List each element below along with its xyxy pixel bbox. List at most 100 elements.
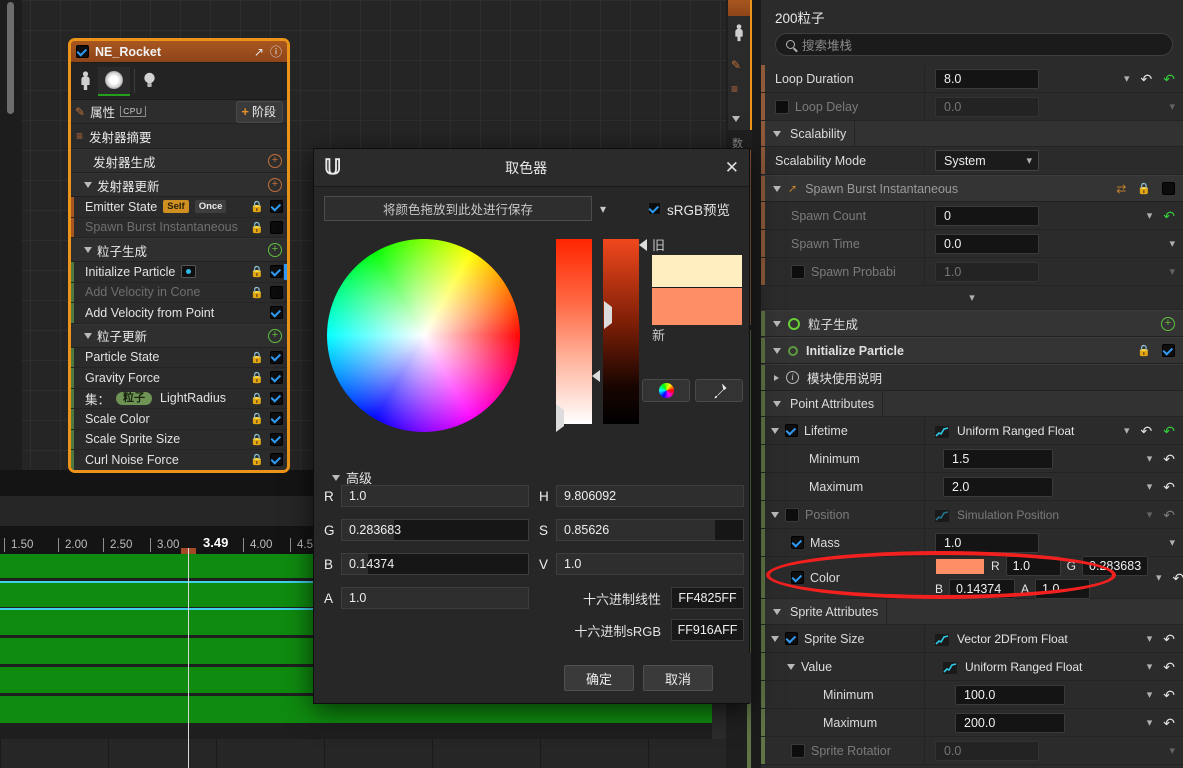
module-enabled-checkbox[interactable]: [1162, 182, 1175, 195]
row-spawn-count[interactable]: Spawn Count 0 ▾ ↶: [761, 202, 1183, 230]
spawn-probability-input[interactable]: 1.0: [935, 261, 1039, 282]
chevron-down-icon[interactable]: ▾: [600, 202, 606, 216]
module-enabled-checkbox[interactable]: [270, 350, 283, 364]
sprite-size-checkbox[interactable]: [785, 632, 798, 645]
chevron-down-icon[interactable]: ▾: [1147, 660, 1153, 673]
mass-input[interactable]: 1.0: [935, 532, 1039, 553]
chevron-down-icon[interactable]: [773, 347, 781, 354]
color-r-input[interactable]: 1.0: [1005, 556, 1061, 576]
lock-icon[interactable]: 🔒: [250, 371, 264, 384]
reset-to-default-icon[interactable]: ↶: [1163, 424, 1175, 438]
chevron-down-icon[interactable]: [773, 608, 781, 615]
lock-icon[interactable]: 🔒: [1137, 344, 1151, 357]
row-position[interactable]: Position Simulation Position ▾ ↶: [761, 501, 1183, 529]
reset-to-default-icon[interactable]: ↶: [1163, 209, 1175, 223]
spawn-count-input[interactable]: 0: [935, 205, 1039, 226]
srgb-preview-checkbox[interactable]: [648, 202, 662, 215]
loop-delay-checkbox[interactable]: [775, 99, 789, 114]
module-row-spawn-burst-instantaneous[interactable]: Spawn Burst Instantaneous 🔒: [71, 217, 287, 238]
lock-icon[interactable]: 🔒: [250, 265, 264, 278]
lock-icon[interactable]: 🔒: [250, 200, 264, 213]
color-picker-titlebar[interactable]: 𝕌 取色器 ✕: [314, 149, 749, 187]
module-row-add-velocity-from-point[interactable]: Add Velocity from Point 🔒: [71, 303, 287, 324]
sprite-minimum-input[interactable]: 100.0: [955, 684, 1065, 705]
close-icon[interactable]: ✕: [725, 159, 739, 176]
chevron-down-icon[interactable]: ▾: [1169, 100, 1175, 113]
timeline-empty-area[interactable]: [0, 739, 752, 768]
module-row-curl-noise-force[interactable]: Curl Noise Force 🔒: [71, 450, 287, 470]
stack-search-input[interactable]: 搜索堆栈: [775, 33, 1173, 56]
graph-vertical-scrollbar[interactable]: [7, 2, 14, 114]
r-input[interactable]: 1.0: [341, 485, 529, 507]
hex-srgb-input[interactable]: FF916AFF: [671, 619, 744, 641]
reset-icon[interactable]: ↶: [1163, 632, 1175, 646]
module-row-add-velocity-in-cone[interactable]: Add Velocity in Cone 🔒: [71, 282, 287, 303]
group-particle-spawn[interactable]: 粒子生成 +: [71, 238, 287, 262]
section-point-attributes[interactable]: Point Attributes: [761, 391, 1183, 417]
row-module-usage-notes[interactable]: i 模块使用说明: [761, 364, 1183, 391]
chevron-down-icon[interactable]: [332, 474, 340, 481]
chevron-down-icon[interactable]: [773, 130, 781, 137]
module-header-initialize-particle[interactable]: Initialize Particle 🔒: [761, 337, 1183, 364]
chevron-down-icon[interactable]: ▾: [1169, 536, 1175, 549]
reset-icon[interactable]: ↶: [1141, 72, 1153, 86]
light-bulb-icon[interactable]: [139, 67, 159, 95]
module-row-scale-sprite-size[interactable]: Scale Sprite Size 🔒: [71, 429, 287, 450]
chevron-down-icon[interactable]: [84, 247, 92, 253]
add-module-button[interactable]: +: [1161, 316, 1175, 331]
reset-icon[interactable]: ↶: [1163, 688, 1175, 702]
lock-icon[interactable]: 🔒: [250, 351, 264, 364]
chevron-down-icon[interactable]: [732, 116, 740, 122]
reset-icon[interactable]: ↶: [1163, 508, 1175, 522]
s-input[interactable]: 0.85626: [556, 519, 744, 541]
saturation-marker-left[interactable]: [556, 404, 564, 432]
emitter-header[interactable]: NE_Rocket ↗︎ ⓘ: [71, 41, 287, 63]
chevron-down-icon[interactable]: ▾: [1147, 688, 1153, 701]
reset-icon[interactable]: ↶: [1163, 452, 1175, 466]
lock-icon[interactable]: 🔒: [250, 412, 264, 425]
chevron-down-icon[interactable]: ▾: [1124, 72, 1130, 85]
cancel-button[interactable]: 取消: [643, 665, 713, 691]
new-color-swatch[interactable]: [652, 287, 742, 325]
module-row-initialize-particle[interactable]: Initialize Particle 🔒: [71, 262, 287, 283]
color-a-input[interactable]: 1.0: [1035, 579, 1091, 599]
group-emitter-spawn[interactable]: 发射器生成 +: [71, 149, 287, 173]
sprite-rotation-checkbox[interactable]: [791, 743, 805, 758]
row-sprite-rotation[interactable]: Sprite Rotatior 0.0 ▾: [761, 737, 1183, 765]
chevron-down-icon[interactable]: [84, 182, 92, 188]
reset-to-default-icon[interactable]: ↶: [1163, 72, 1175, 86]
module-enabled-checkbox[interactable]: [270, 285, 283, 299]
module-row-particle-state[interactable]: Particle State 🔒: [71, 347, 287, 368]
chevron-down-icon[interactable]: ▾: [1147, 480, 1153, 493]
add-module-button[interactable]: +: [268, 243, 282, 257]
chevron-down-icon[interactable]: ▾: [1169, 744, 1175, 757]
emitter-enabled-checkbox[interactable]: [76, 45, 89, 58]
lifetime-maximum-input[interactable]: 2.0: [943, 476, 1053, 497]
reset-icon[interactable]: ↶: [1163, 716, 1175, 730]
lock-icon[interactable]: 🔒: [250, 221, 264, 234]
chevron-down-icon[interactable]: ▾: [1169, 265, 1175, 278]
module-row-set-light-radius[interactable]: 集： 粒子 LightRadius 🔒: [71, 388, 287, 409]
color-wheel[interactable]: [327, 239, 520, 432]
value-slider[interactable]: [603, 239, 639, 424]
a-input[interactable]: 1.0: [341, 587, 529, 609]
second-emitter-clipped[interactable]: ✎ ≡: [728, 0, 752, 130]
lock-icon[interactable]: 🔒: [250, 392, 264, 405]
module-enabled-checkbox[interactable]: [270, 265, 283, 279]
reset-icon[interactable]: ↶: [1141, 424, 1153, 438]
row-sprite-maximum[interactable]: Maximum 200.0 ▾ ↶: [761, 709, 1183, 737]
sprite-size-value-type[interactable]: Uniform Ranged Float: [965, 660, 1082, 674]
color-g-input[interactable]: 0.283683: [1082, 556, 1149, 576]
shuffle-icon[interactable]: ⇄: [1116, 182, 1126, 196]
module-enabled-checkbox[interactable]: [270, 412, 283, 426]
open-in-new-icon[interactable]: ↗︎: [254, 46, 264, 58]
saturation-slider[interactable]: [556, 239, 592, 424]
group-emitter-update[interactable]: 发射器更新 +: [71, 173, 287, 197]
module-enabled-checkbox[interactable]: [270, 371, 283, 385]
module-enabled-checkbox[interactable]: [270, 453, 283, 467]
row-sprite-size-value[interactable]: Value Uniform Ranged Float ▾ ↶: [761, 653, 1183, 681]
lock-icon[interactable]: 🔒: [1137, 182, 1151, 195]
chevron-down-icon[interactable]: [773, 185, 781, 192]
position-checkbox[interactable]: [785, 507, 799, 522]
module-enabled-checkbox[interactable]: [270, 220, 283, 234]
